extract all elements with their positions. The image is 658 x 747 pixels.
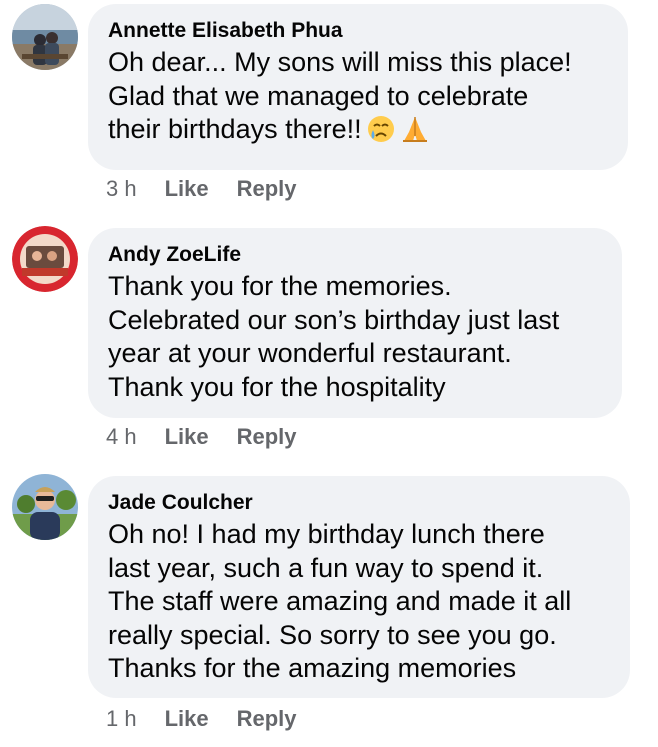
folded-hands-icon xyxy=(400,114,430,153)
like-button[interactable]: Like xyxy=(165,176,209,202)
comment-line: Thanks for the amazing memories xyxy=(108,653,517,683)
comment-line: Glad that we managed to celebrate xyxy=(108,80,529,111)
reply-button[interactable]: Reply xyxy=(237,176,297,202)
avatar-photo-icon xyxy=(12,4,78,70)
comment-bubble: Jade Coulcher Oh no! I had my birthday l… xyxy=(88,476,630,698)
comment-line: Oh no! I had my birthday lunch there xyxy=(108,519,545,549)
comment-author[interactable]: Andy ZoeLife xyxy=(108,242,602,268)
reply-button[interactable]: Reply xyxy=(237,706,297,732)
comment-line: really special. So sorry to see you go. xyxy=(108,619,557,650)
comment-actions: 3 h Like Reply xyxy=(106,176,325,202)
comment-line: The staff were amazing and made it all xyxy=(108,586,572,616)
avatar[interactable] xyxy=(12,226,78,292)
comment-author[interactable]: Jade Coulcher xyxy=(108,490,610,516)
comment-text: Thank you for the memories. Celebrated o… xyxy=(108,270,602,404)
comment-bubble: Andy ZoeLife Thank you for the memories.… xyxy=(88,228,622,418)
comment-line: Thank you for the hospitality xyxy=(108,371,446,402)
comment-actions: 1 h Like Reply xyxy=(106,706,325,732)
comment-text: Oh dear... My sons will miss this place!… xyxy=(108,46,608,153)
comment-bubble: Annette Elisabeth Phua Oh dear... My son… xyxy=(88,4,628,170)
avatar-photo-icon xyxy=(12,226,78,292)
comment-author[interactable]: Annette Elisabeth Phua xyxy=(108,18,608,44)
like-button[interactable]: Like xyxy=(165,424,209,450)
comment-line-with-emoji: their birthdays there!! xyxy=(108,113,608,153)
comment-actions: 4 h Like Reply xyxy=(106,424,325,450)
comment-line: Thank you for the memories. xyxy=(108,271,452,301)
avatar-photo-icon xyxy=(12,474,78,540)
reply-button[interactable]: Reply xyxy=(237,424,297,450)
comment-timestamp[interactable]: 4 h xyxy=(106,424,137,450)
comment-line: Oh dear... My sons will miss this place! xyxy=(108,47,572,77)
comment-timestamp[interactable]: 1 h xyxy=(106,706,137,732)
comment-text: Oh no! I had my birthday lunch there las… xyxy=(108,518,610,686)
like-button[interactable]: Like xyxy=(165,706,209,732)
comment-line: Celebrated our son’s birthday just last xyxy=(108,304,560,335)
comment-timestamp[interactable]: 3 h xyxy=(106,176,137,202)
comment-line: year at your wonderful restaurant. xyxy=(108,338,512,368)
avatar[interactable] xyxy=(12,4,78,70)
comment-line: last year, such a fun way to spend it. xyxy=(108,552,544,583)
crying-face-icon xyxy=(366,114,396,153)
avatar[interactable] xyxy=(12,474,78,540)
comment-line: their birthdays there!! xyxy=(108,114,362,144)
